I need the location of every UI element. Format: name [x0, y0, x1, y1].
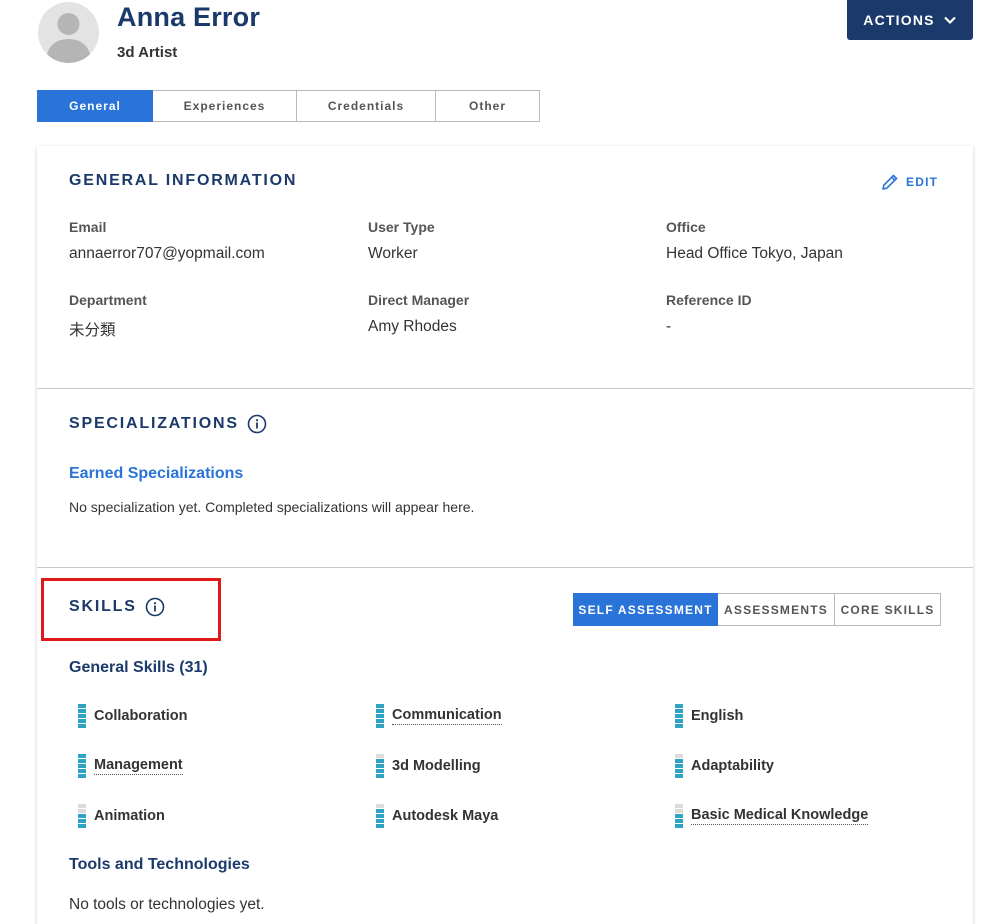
department-label: Department	[69, 292, 147, 308]
skill-level-bars-icon	[376, 704, 384, 728]
profile-tabs: General Experiences Credentials Other	[37, 90, 540, 122]
skill-item[interactable]: Autodesk Maya	[376, 804, 498, 828]
direct-manager-value: Amy Rhodes	[368, 318, 457, 335]
skill-level-bars-icon	[78, 704, 86, 728]
email-label: Email	[69, 219, 107, 235]
skill-label: Autodesk Maya	[392, 808, 499, 824]
specializations-title-text: SPECIALIZATIONS	[69, 415, 239, 432]
skill-level-bars-icon	[675, 804, 683, 828]
user-type-label: User Type	[368, 219, 435, 235]
skill-label: Adaptability	[691, 758, 774, 774]
actions-button[interactable]: ACTIONS	[847, 0, 973, 40]
user-name: Anna Error	[117, 2, 261, 32]
actions-button-label: ACTIONS	[863, 12, 935, 28]
skill-label: Communication	[392, 707, 502, 725]
tab-experiences[interactable]: Experiences	[153, 90, 297, 122]
assessments-button[interactable]: ASSESSMENTS	[718, 593, 835, 626]
specializations-title: SPECIALIZATIONS	[69, 414, 267, 434]
tab-general[interactable]: General	[37, 90, 153, 122]
user-job-title: 3d Artist	[117, 44, 178, 61]
skill-level-bars-icon	[78, 754, 86, 778]
chevron-down-icon	[943, 16, 956, 25]
skill-item[interactable]: Animation	[78, 804, 165, 828]
skill-item[interactable]: Adaptability	[675, 754, 774, 778]
highlight-box	[41, 578, 221, 641]
specializations-empty-text: No specialization yet. Completed special…	[69, 499, 475, 515]
skill-item[interactable]: Management	[78, 754, 183, 778]
edit-button[interactable]: EDIT	[880, 172, 938, 192]
skills-view-toggle: SELF ASSESSMENT ASSESSMENTS CORE SKILLS	[573, 593, 941, 626]
earned-specializations-heading: Earned Specializations	[69, 465, 244, 482]
skill-item[interactable]: Basic Medical Knowledge	[675, 804, 869, 828]
section-divider	[37, 567, 973, 568]
department-value: 未分類	[69, 322, 116, 339]
general-information-title: GENERAL INFORMATION	[69, 172, 297, 190]
skill-label: 3d Modelling	[392, 758, 481, 774]
skill-item[interactable]: English	[675, 704, 743, 728]
skill-label: Collaboration	[94, 708, 188, 724]
user-type-value: Worker	[368, 245, 418, 262]
tab-credentials[interactable]: Credentials	[297, 90, 436, 122]
avatar	[38, 2, 99, 63]
direct-manager-label: Direct Manager	[368, 292, 470, 308]
skill-item[interactable]: Collaboration	[78, 704, 187, 728]
skill-level-bars-icon	[675, 754, 683, 778]
skill-level-bars-icon	[675, 704, 683, 728]
skill-item[interactable]: Communication	[376, 704, 502, 728]
general-information-title-text: GENERAL INFORMATION	[69, 172, 298, 189]
reference-id-value: -	[666, 318, 672, 335]
edit-label: EDIT	[906, 175, 939, 189]
pencil-icon	[882, 174, 898, 190]
skill-item[interactable]: 3d Modelling	[376, 754, 481, 778]
tools-technologies-heading: Tools and Technologies	[69, 856, 250, 873]
skill-label: English	[691, 708, 744, 724]
skill-level-bars-icon	[376, 804, 384, 828]
skill-label: Animation	[94, 808, 165, 824]
office-value: Head Office Tokyo, Japan	[666, 245, 843, 262]
section-divider	[37, 388, 973, 389]
self-assessment-button[interactable]: SELF ASSESSMENT	[573, 593, 718, 626]
skill-level-bars-icon	[376, 754, 384, 778]
skill-level-bars-icon	[78, 804, 86, 828]
info-icon[interactable]	[247, 414, 267, 434]
skill-label: Basic Medical Knowledge	[691, 807, 869, 825]
reference-id-label: Reference ID	[666, 292, 752, 308]
tab-other[interactable]: Other	[436, 90, 540, 122]
core-skills-button[interactable]: CORE SKILLS	[835, 593, 941, 626]
office-label: Office	[666, 219, 706, 235]
tools-empty-text: No tools or technologies yet.	[69, 896, 265, 913]
email-value: annaerror707@yopmail.com	[69, 245, 265, 262]
user-silhouette-icon	[46, 13, 91, 63]
skill-label: Management	[94, 757, 183, 775]
general-skills-heading: General Skills (31)	[69, 659, 208, 676]
